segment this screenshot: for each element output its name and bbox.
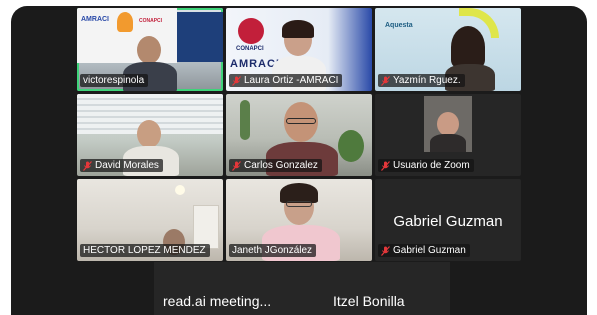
participant-name-label: Carlos Gonzalez: [229, 159, 322, 172]
participant-hair: [451, 26, 485, 68]
video-tile-victorespinola[interactable]: AMRACI CONAPCI victorespinola: [77, 8, 223, 91]
participant-name-label: Usuario de Zoom: [378, 159, 474, 172]
conapci-logo: [238, 18, 264, 44]
mic-muted-icon: [232, 75, 241, 86]
video-tile-janeth-gonzalez[interactable]: Janeth JGonzález: [226, 179, 372, 261]
participant-hair: [282, 20, 314, 38]
participant-head: [137, 36, 161, 64]
participant-head: [137, 120, 161, 148]
video-tile-usuario-de-zoom[interactable]: Usuario de Zoom: [375, 94, 521, 176]
participant-name-label: victorespinola: [80, 74, 149, 87]
mic-muted-icon: [381, 160, 390, 171]
mic-muted-icon: [381, 245, 390, 256]
participant-name-label: David Morales: [80, 159, 163, 172]
orange-figure-logo: [117, 12, 133, 32]
video-tile-yazmin[interactable]: Aquesta Yazmín Rguez.: [375, 8, 521, 91]
screen-wall: [177, 12, 223, 62]
participant-name-label: Laura Ortiz -AMRACI: [229, 74, 343, 87]
plant: [240, 100, 250, 140]
tile-readai-meeting[interactable]: read.ai meeting...: [163, 293, 271, 309]
participant-body: [430, 134, 466, 152]
mic-muted-icon: [83, 160, 92, 171]
mic-muted-icon: [232, 160, 241, 171]
participant-hair: [280, 183, 318, 203]
video-tile-david-morales[interactable]: David Morales: [77, 94, 223, 176]
glasses: [286, 201, 312, 207]
tile-itzel-bonilla[interactable]: Itzel Bonilla: [333, 293, 405, 309]
mic-muted-icon: [381, 75, 390, 86]
aquesta-logo: Aquesta: [385, 22, 413, 29]
participant-name-label: Yazmín Rguez.: [378, 74, 465, 87]
participant-display-name: Gabriel Guzman: [393, 213, 503, 230]
ceiling-light: [175, 185, 185, 195]
shelf: [193, 205, 219, 249]
amraci-logo: AMRACI: [81, 16, 109, 23]
video-tile-hector-lopez[interactable]: HECTOR LOPEZ MENDEZ: [77, 179, 223, 261]
participant-name-label: Janeth JGonzález: [229, 244, 317, 257]
participant-name-label: Gabriel Guzman: [378, 244, 470, 257]
video-tile-laura-ortiz[interactable]: CONAPCI AMRACI Laura Ortiz -AMRACI: [226, 8, 372, 91]
conapci-logo: CONAPCI: [139, 18, 163, 24]
participant-head: [437, 112, 459, 136]
zoom-meeting-window: AMRACI CONAPCI victorespinola CONAPCI AM…: [11, 6, 587, 315]
conapci-text: CONAPCI: [236, 46, 264, 52]
participant-name-label: HECTOR LOPEZ MENDEZ: [80, 244, 210, 257]
small-video-preview: [424, 96, 472, 152]
video-tile-gabriel-guzman[interactable]: Gabriel Guzman Gabriel Guzman: [375, 179, 521, 261]
video-tile-carlos-gonzalez[interactable]: Carlos Gonzalez: [226, 94, 372, 176]
plant-right: [338, 130, 364, 162]
glasses: [286, 118, 316, 124]
